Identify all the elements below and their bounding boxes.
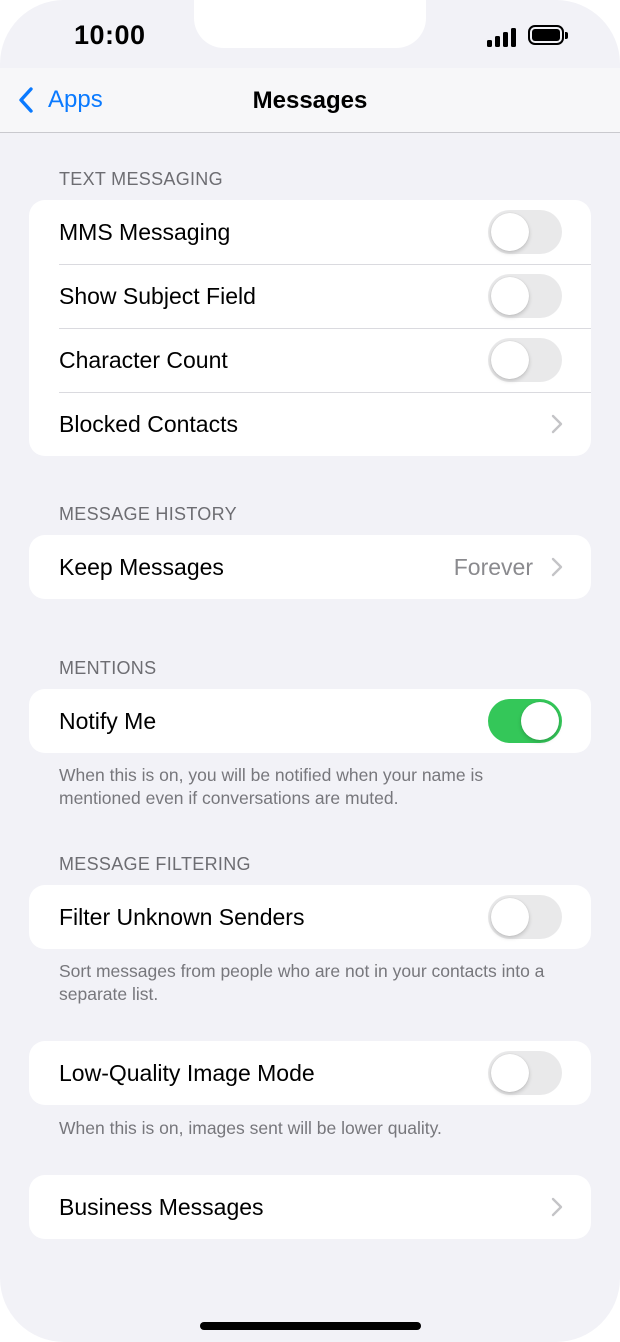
group-business: Business Messages xyxy=(29,1175,591,1239)
row-blocked-contacts[interactable]: Blocked Contacts xyxy=(29,392,591,456)
row-low-quality-image-mode[interactable]: Low-Quality Image Mode xyxy=(29,1041,591,1105)
notify-me-toggle[interactable] xyxy=(488,699,562,743)
notch xyxy=(194,0,426,48)
row-business-messages[interactable]: Business Messages xyxy=(29,1175,591,1239)
row-notify-me[interactable]: Notify Me xyxy=(29,689,591,753)
page-title: Messages xyxy=(252,87,368,114)
row-label: Blocked Contacts xyxy=(59,410,238,437)
row-filter-unknown-senders[interactable]: Filter Unknown Senders xyxy=(29,885,591,949)
keep-messages-value: Forever xyxy=(453,553,533,580)
cellular-signal-icon xyxy=(487,27,519,47)
row-label: Notify Me xyxy=(59,707,157,734)
section-header-message-filtering: MESSAGE FILTERING xyxy=(59,854,251,874)
group-mentions: Notify Me xyxy=(29,689,591,753)
screen: 10:00 Apps Messages TEXT MESSAGING MMS M… xyxy=(0,0,620,1342)
row-label: Low-Quality Image Mode xyxy=(59,1059,315,1086)
chevron-right-icon xyxy=(551,557,563,577)
section-header-mentions: MENTIONS xyxy=(59,658,157,678)
group-low-quality-image: Low-Quality Image Mode xyxy=(29,1041,591,1105)
row-show-subject-field[interactable]: Show Subject Field xyxy=(29,264,591,328)
row-label: Keep Messages xyxy=(59,553,224,580)
home-indicator[interactable] xyxy=(200,1322,421,1330)
row-label: Show Subject Field xyxy=(59,282,256,309)
navigation-bar: Apps Messages xyxy=(0,68,620,133)
low-quality-image-mode-toggle[interactable] xyxy=(488,1051,562,1095)
chevron-right-icon xyxy=(551,1197,563,1217)
chevron-right-icon xyxy=(551,414,563,434)
section-header-message-history: MESSAGE HISTORY xyxy=(59,504,237,524)
row-label: Filter Unknown Senders xyxy=(59,903,305,930)
status-time: 10:00 xyxy=(74,20,146,50)
mentions-footer-text: When this is on, you will be notified wh… xyxy=(59,765,484,808)
row-mms-messaging[interactable]: MMS Messaging xyxy=(29,200,591,264)
group-message-filtering: Filter Unknown Senders xyxy=(29,885,591,949)
show-subject-field-toggle[interactable] xyxy=(488,274,562,318)
filter-unknown-senders-toggle[interactable] xyxy=(488,895,562,939)
battery-icon xyxy=(528,25,568,45)
character-count-toggle[interactable] xyxy=(488,338,562,382)
low-quality-footer-text: When this is on, images sent will be low… xyxy=(59,1118,442,1138)
row-label: Business Messages xyxy=(59,1193,264,1220)
section-header-text-messaging: TEXT MESSAGING xyxy=(59,169,223,189)
row-label: Character Count xyxy=(59,346,228,373)
row-character-count[interactable]: Character Count xyxy=(29,328,591,392)
group-message-history: Keep Messages Forever xyxy=(29,535,591,599)
row-keep-messages[interactable]: Keep Messages Forever xyxy=(29,535,591,599)
mms-messaging-toggle[interactable] xyxy=(488,210,562,254)
message-filtering-footer-text: Sort messages from people who are not in… xyxy=(59,961,545,1004)
group-text-messaging: MMS Messaging Show Subject Field Charact… xyxy=(29,200,591,456)
row-label: MMS Messaging xyxy=(59,218,231,245)
